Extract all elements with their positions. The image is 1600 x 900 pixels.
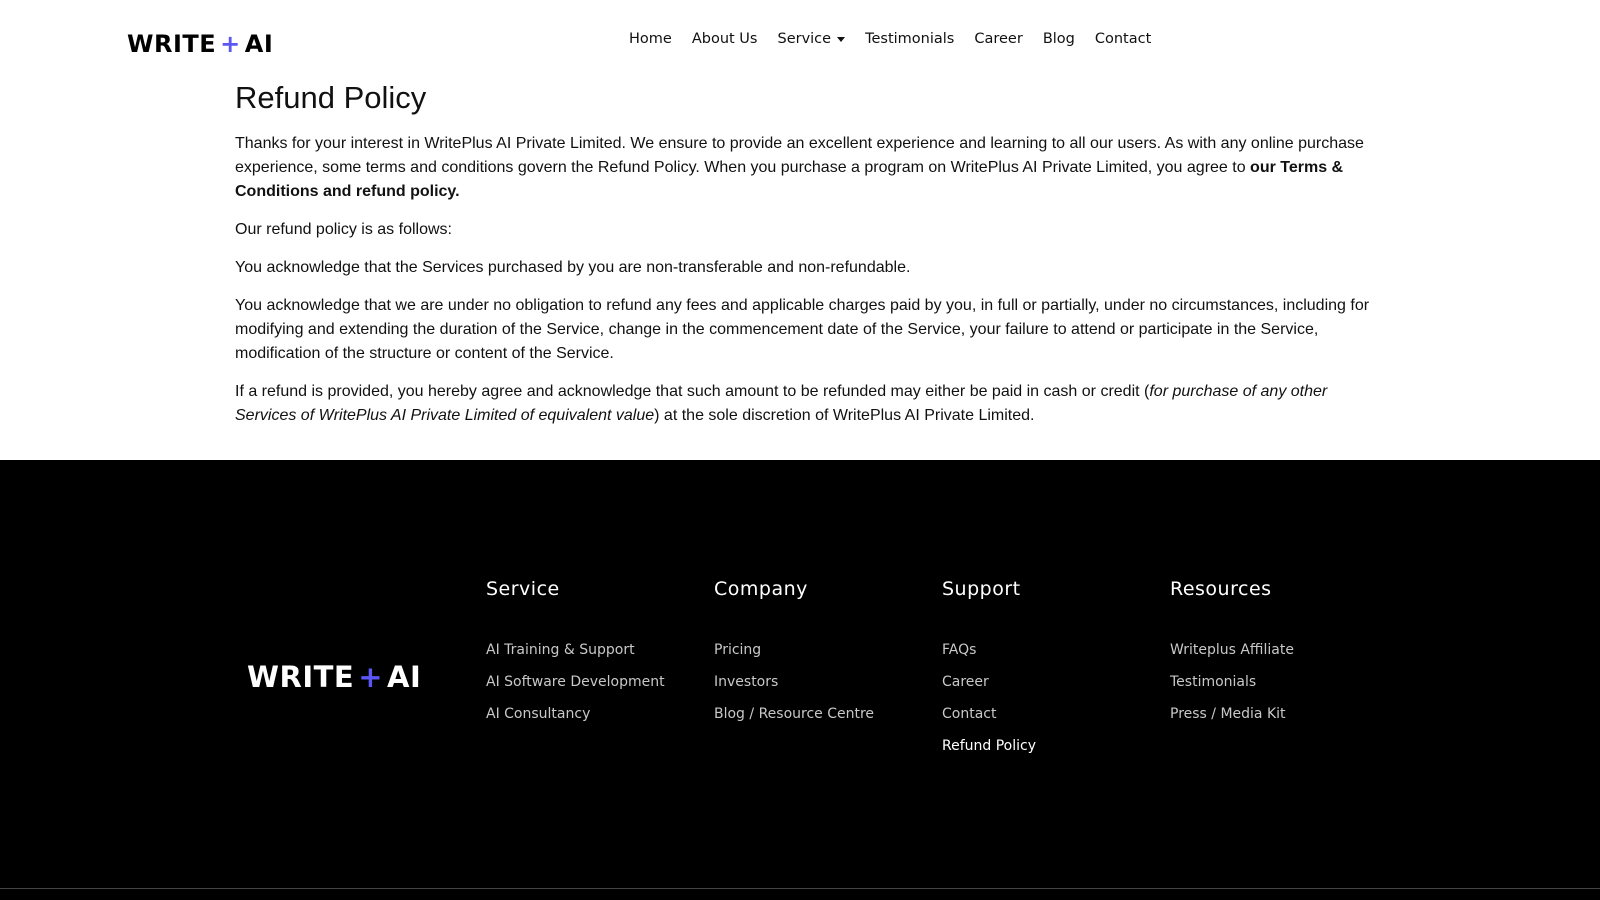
footer-link-active[interactable]: Refund Policy [942,738,1036,770]
footer: WRITE + AI Service AI Training & Support… [0,460,1600,900]
footer-col-resources: Resources Writeplus Affiliate Testimonia… [1170,578,1294,738]
nav-label: Blog [1042,31,1075,47]
footer-divider [0,888,1600,889]
header-logo[interactable]: WRITE + AI [127,30,273,58]
col-heading: Service [486,578,560,600]
nav-service[interactable]: Service [767,31,855,47]
footer-link[interactable]: Testimonials [1170,674,1294,706]
footer-link[interactable]: AI Software Development [486,674,665,706]
footer-col-company: Company Pricing Investors Blog / Resourc… [714,578,874,738]
footer-link[interactable]: Press / Media Kit [1170,706,1294,738]
logo-text: AI [387,660,422,694]
paragraph: You acknowledge that the Services purcha… [235,259,911,276]
intro-paragraph: Thanks for your interest in WritePlus AI… [235,132,1375,204]
nav-label: Home [629,31,672,47]
plus-icon: + [220,30,241,58]
plus-icon: + [358,660,384,694]
logo-text: WRITE [127,30,217,58]
nav-label: Testimonials [865,31,955,47]
paragraph: You acknowledge that we are under no obl… [235,297,1370,362]
nav-about-us[interactable]: About Us [682,31,768,47]
nav-label: Contact [1094,31,1152,47]
text: ) at the sole discretion of WritePlus AI… [654,407,1035,424]
caret-down-icon [837,36,846,42]
col-heading: Support [942,578,1021,600]
footer-link[interactable]: AI Training & Support [486,642,665,674]
footer-link[interactable]: Career [942,674,1036,706]
footer-col-support: Support FAQs Career Contact Refund Polic… [942,578,1036,770]
paragraph: If a refund is provided, you hereby agre… [235,380,1375,428]
nav-career[interactable]: Career [964,31,1032,47]
paragraph: Our refund policy is as follows: [235,221,452,238]
footer-link[interactable]: Pricing [714,642,874,674]
footer-link[interactable]: AI Consultancy [486,706,665,738]
nav-label: About Us [691,31,758,47]
nav-label: Service [777,31,832,47]
footer-link[interactable]: Contact [942,706,1036,738]
col-heading: Resources [1170,578,1272,600]
content: Refund Policy Thanks for your interest i… [235,80,1375,442]
footer-logo[interactable]: WRITE + AI [247,660,421,694]
footer-col-service: Service AI Training & Support AI Softwar… [486,578,665,738]
nav-home[interactable]: Home [619,31,682,47]
text: If a refund is provided, you hereby agre… [235,383,1150,400]
logo-text: WRITE [247,660,355,694]
footer-link[interactable]: Investors [714,674,874,706]
page-title: Refund Policy [235,80,427,115]
text: Thanks for your interest in WritePlus AI… [235,135,1364,176]
nav-label: Career [974,31,1023,47]
footer-link[interactable]: FAQs [942,642,1036,674]
nav-blog[interactable]: Blog [1033,31,1085,47]
footer-link[interactable]: Writeplus Affiliate [1170,642,1294,674]
col-heading: Company [714,578,808,600]
nav-contact[interactable]: Contact [1085,31,1161,47]
nav-testimonials[interactable]: Testimonials [855,31,964,47]
footer-link[interactable]: Blog / Resource Centre [714,706,874,738]
main-nav: Home About Us Service Testimonials Caree… [619,31,1161,47]
logo-text: AI [244,30,274,58]
